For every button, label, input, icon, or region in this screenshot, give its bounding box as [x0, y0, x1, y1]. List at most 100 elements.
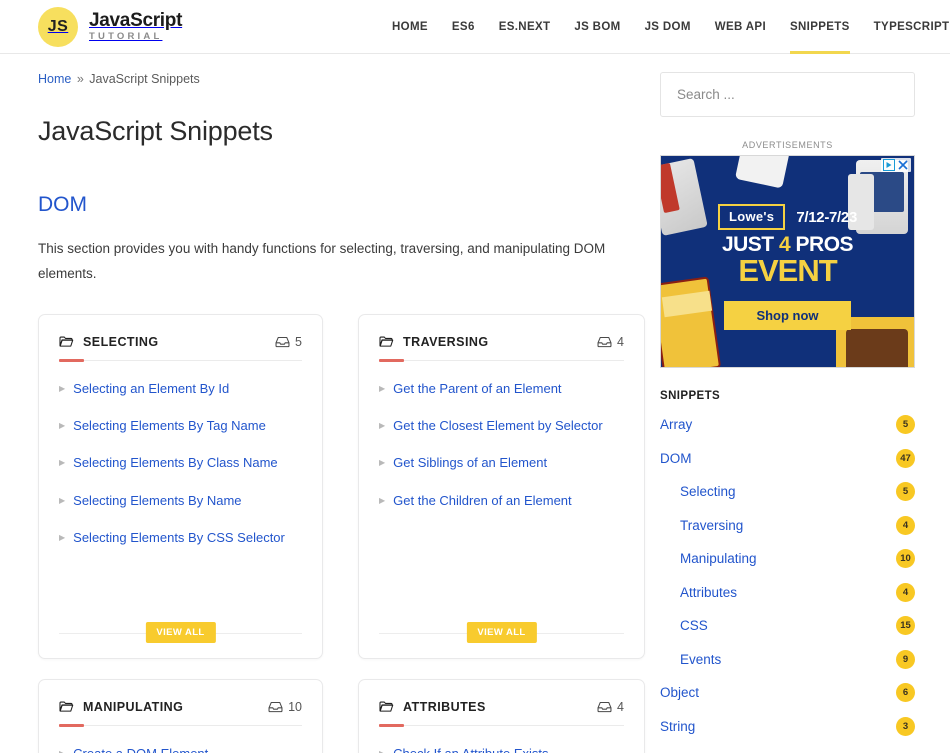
sidebar-snippet-item[interactable]: Object 6	[660, 676, 915, 710]
search-input[interactable]	[660, 72, 915, 117]
sidebar-snippet-label[interactable]: DOM	[660, 451, 692, 466]
list-item: ▶ Get Siblings of an Element	[379, 455, 624, 471]
snippet-link[interactable]: Create a DOM Element	[73, 746, 208, 753]
snippet-link[interactable]: Get the Closest Element by Selector	[393, 418, 603, 434]
ad-shop-now-button[interactable]: Shop now	[724, 301, 851, 331]
sidebar-snippets-heading: SNIPPETS	[660, 390, 721, 402]
snippet-link[interactable]: Selecting Elements By Tag Name	[73, 418, 266, 434]
sidebar-snippet-item[interactable]: Events 9	[660, 643, 915, 677]
sidebar-snippet-item[interactable]: Selecting 5	[660, 475, 915, 509]
triangle-bullet-icon: ▶	[59, 421, 66, 431]
triangle-bullet-icon: ▶	[379, 746, 385, 753]
list-item: ▶ Selecting an Element By Id	[59, 381, 302, 397]
ad-dates: 7/12-7/23	[796, 208, 858, 226]
sidebar-snippet-badge: 5	[896, 415, 915, 435]
sidebar-snippet-label[interactable]: String	[660, 719, 695, 734]
nav-item-es6[interactable]: ES6	[440, 0, 487, 54]
view-all-button[interactable]: VIEW ALL	[466, 621, 537, 643]
list-item: ▶ Selecting Elements By Class Name	[59, 455, 302, 471]
main-navigation: HOME ES6 ES.NEXT JS BOM JS DOM WEB API SNIPPET…	[380, 0, 950, 54]
list-item: ▶ Selecting Elements By CSS Selector	[59, 530, 302, 546]
card-link-list: ▶ Get the Parent of an Element ▶ Get the Cl…	[379, 381, 624, 618]
list-item: ▶ Get the Closest Element by Selector	[379, 418, 624, 434]
nav-item-es-next[interactable]: ES.NEXT	[487, 0, 563, 54]
sidebar-snippet-badge: 6	[896, 683, 915, 703]
logo-title: JavaScript	[89, 10, 183, 32]
sidebar-snippet-label[interactable]: Manipulating	[680, 551, 757, 566]
snippet-link[interactable]: Selecting Elements By CSS Selector	[73, 530, 285, 546]
sidebar-snippet-label[interactable]: Object	[660, 685, 699, 700]
sidebar: ADVERTISEMENTS	[660, 54, 950, 753]
nav-item-typescript[interactable]: TYPESCRIPT	[862, 0, 950, 54]
nav-item-js-bom[interactable]: JS BOM	[562, 0, 632, 54]
card-link-list: ▶ Selecting an Element By Id ▶ Selecting El…	[59, 381, 302, 618]
nav-item-js-dom[interactable]: JS DOM	[633, 0, 703, 54]
card-header: TRAVERSING 4	[379, 335, 624, 349]
sidebar-snippet-badge: 9	[896, 649, 915, 669]
card-footer: VIEW ALL	[379, 621, 624, 644]
sidebar-snippet-item[interactable]: CSS 15	[660, 609, 915, 643]
ad-copy: Lowe's 7/12-7/23 JUST 4 PROS EVENT Shop …	[661, 204, 914, 331]
snippet-card: MANIPULATING 10 ▶ Create a DOM Element	[38, 678, 323, 753]
site-header: JS JavaScript TUTORIAL HOME ES6 ES.NEXT JS …	[0, 0, 950, 54]
card-count: 4	[597, 335, 624, 349]
page-body: Home » JavaScript Snippets JavaScript Sn…	[0, 54, 950, 753]
main-content: Home » JavaScript Snippets JavaScript Sn…	[0, 54, 660, 753]
card-count-value: 5	[295, 334, 302, 349]
sidebar-snippet-item[interactable]: Manipulating 10	[660, 542, 915, 576]
advertisements-label: ADVERTISEMENTS	[742, 140, 833, 150]
snippet-link[interactable]: Check If an Attribute Exists	[393, 746, 548, 753]
close-icon[interactable]	[897, 159, 909, 171]
section-description: This section provides you with handy fun…	[38, 241, 606, 281]
snippet-link[interactable]: Get the Children of an Element	[393, 493, 572, 509]
adchoices-icon[interactable]	[883, 159, 895, 171]
sidebar-snippet-item[interactable]: Attributes 4	[660, 576, 915, 610]
snippet-link[interactable]: Get the Parent of an Element	[393, 381, 561, 397]
js-logo-badge: JS	[38, 6, 78, 47]
site-logo[interactable]: JS JavaScript TUTORIAL	[38, 6, 183, 47]
triangle-bullet-icon: ▶	[59, 746, 65, 753]
sidebar-snippet-item[interactable]: String 3	[660, 710, 915, 744]
card-header: MANIPULATING 10	[59, 700, 302, 714]
breadcrumb-current: JavaScript Snippets	[89, 72, 200, 86]
card-divider	[59, 358, 302, 362]
sidebar-snippet-item[interactable]: Traversing 4	[660, 509, 915, 543]
triangle-bullet-icon: ▶	[59, 383, 66, 393]
sidebar-snippet-label[interactable]: CSS	[680, 618, 708, 633]
inbox-icon	[597, 701, 612, 713]
sidebar-snippet-label[interactable]: Traversing	[680, 518, 743, 533]
card-count-value: 10	[288, 699, 302, 714]
nav-item-snippets[interactable]: SNIPPETS	[778, 0, 862, 54]
card-divider	[379, 723, 624, 727]
snippet-link[interactable]: Selecting Elements By Name	[73, 493, 241, 509]
card-footer: VIEW ALL	[59, 621, 302, 644]
snippet-card: SELECTING 5 ▶ Selecting an Element By Id ▶ Se…	[38, 313, 323, 659]
nav-item-home[interactable]: HOME	[380, 0, 440, 54]
snippet-link[interactable]: Selecting an Element By Id	[73, 381, 229, 397]
sidebar-snippet-badge: 4	[896, 582, 915, 602]
triangle-bullet-icon: ▶	[59, 495, 66, 505]
ad-choices-controls[interactable]	[881, 158, 911, 172]
snippet-link[interactable]: Selecting Elements By Class Name	[73, 455, 277, 471]
sidebar-snippet-label[interactable]: Attributes	[680, 585, 737, 600]
sidebar-snippet-item[interactable]: Array 5	[660, 408, 915, 442]
card-count-value: 4	[617, 699, 624, 714]
sidebar-snippet-item[interactable]: DOM 47	[660, 442, 915, 476]
snippet-link[interactable]: Get Siblings of an Element	[393, 455, 547, 471]
advertisement-banner[interactable]: Lowe's 7/12-7/23 JUST 4 PROS EVENT Shop …	[660, 155, 915, 368]
card-divider	[379, 358, 624, 362]
folder-icon	[59, 336, 74, 348]
breadcrumb-home[interactable]: Home	[38, 72, 71, 86]
folder-icon	[379, 336, 394, 348]
view-all-button[interactable]: VIEW ALL	[145, 621, 216, 643]
sidebar-snippet-label[interactable]: Selecting	[680, 484, 736, 499]
list-item: ▶ Check If an Attribute Exists	[379, 746, 624, 753]
card-header: ATTRIBUTES 4	[379, 700, 624, 714]
card-link-list: ▶ Create a DOM Element	[59, 746, 302, 753]
sidebar-snippet-label[interactable]: Events	[680, 652, 721, 667]
list-item: ▶ Selecting Elements By Name	[59, 493, 302, 509]
logo-subtitle: TUTORIAL	[89, 30, 163, 42]
nav-item-web-api[interactable]: WEB API	[703, 0, 778, 54]
sidebar-snippet-label[interactable]: Array	[660, 417, 692, 432]
breadcrumb: Home » JavaScript Snippets	[38, 72, 630, 86]
